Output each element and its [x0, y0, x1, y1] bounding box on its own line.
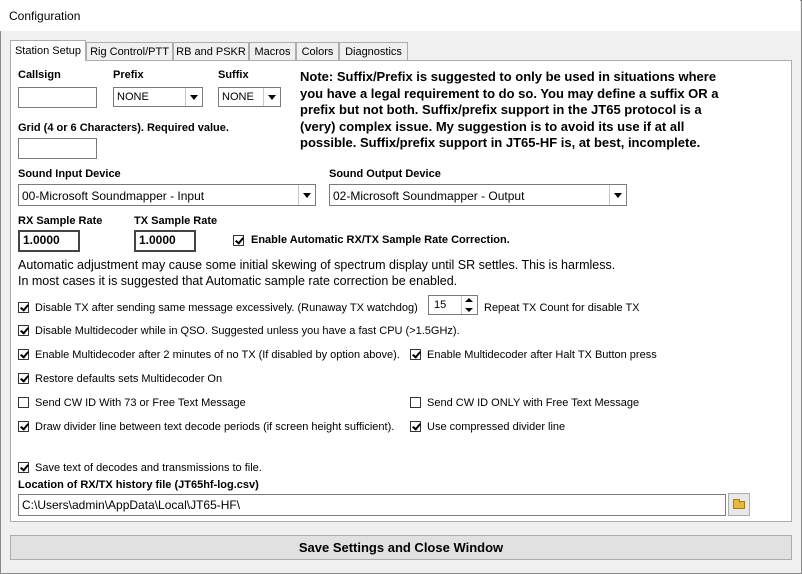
chevron-up-icon: [465, 298, 473, 302]
sound-output-label: Sound Output Device: [329, 168, 441, 180]
suffix-prefix-note: Note: Suffix/Prefix is suggested to only…: [300, 69, 719, 150]
stepper-buttons[interactable]: [461, 296, 477, 314]
grid-label: Grid (4 or 6 Characters). Required value…: [18, 122, 229, 134]
rx-sample-rate-input[interactable]: 1.0000: [18, 230, 80, 252]
rx-sample-rate-label: RX Sample Rate: [18, 215, 103, 227]
prefix-value: NONE: [117, 91, 149, 103]
history-file-label: Location of RX/TX history file (JT65hf-l…: [18, 479, 259, 491]
repeat-count-value: 15: [434, 299, 447, 311]
suffix-value: NONE: [222, 91, 254, 103]
multidecoder-2min-checkbox[interactable]: [18, 349, 29, 360]
sound-input-value: 00-Microsoft Soundmapper - Input: [22, 189, 205, 203]
sound-input-select[interactable]: 00-Microsoft Soundmapper - Input: [18, 184, 316, 206]
save-text-checkbox[interactable]: [18, 462, 29, 473]
chevron-down-icon: [609, 185, 626, 205]
sound-input-label: Sound Input Device: [18, 168, 121, 180]
folder-icon: [733, 499, 745, 509]
cw-id-only-label: Send CW ID ONLY with Free Text Message: [427, 397, 640, 409]
multidecoder-halt-label: Enable Multidecoder after Halt TX Button…: [427, 349, 657, 361]
auto-adjust-text-2: In most cases it is suggested that Autom…: [18, 274, 458, 288]
tab-diagnostics[interactable]: Diagnostics: [339, 42, 408, 60]
tab-colors[interactable]: Colors: [296, 42, 339, 60]
sound-output-value: 02-Microsoft Soundmapper - Output: [333, 189, 525, 203]
callsign-input[interactable]: [18, 87, 97, 108]
repeat-count-label: Repeat TX Count for disable TX: [484, 302, 640, 314]
tx-sample-rate-input[interactable]: 1.0000: [134, 230, 196, 252]
browse-folder-button[interactable]: [728, 493, 750, 516]
chevron-down-icon: [263, 88, 280, 106]
restore-defaults-checkbox[interactable]: [18, 373, 29, 384]
chevron-down-icon: [185, 88, 202, 106]
multidecoder-qso-checkbox[interactable]: [18, 325, 29, 336]
auto-correction-label: Enable Automatic RX/TX Sample Rate Corre…: [251, 234, 510, 246]
repeat-count-stepper[interactable]: 15: [428, 295, 478, 315]
prefix-select[interactable]: NONE: [113, 87, 203, 107]
tab-macros[interactable]: Macros: [249, 42, 296, 60]
divider-line-label: Draw divider line between text decode pe…: [35, 421, 395, 433]
sound-output-select[interactable]: 02-Microsoft Soundmapper - Output: [329, 184, 627, 206]
multidecoder-qso-label: Disable Multidecoder while in QSO. Sugge…: [35, 325, 460, 337]
suffix-select[interactable]: NONE: [218, 87, 281, 107]
title-bar: Configuration: [0, 0, 800, 31]
history-path-input[interactable]: C:\Users\admin\AppData\Local\JT65-HF\: [18, 494, 726, 516]
suffix-label: Suffix: [218, 69, 249, 81]
restore-defaults-label: Restore defaults sets Multidecoder On: [35, 373, 223, 385]
auto-correction-checkbox[interactable]: [233, 235, 244, 246]
tab-rb-pskr[interactable]: RB and PSKR: [173, 42, 249, 60]
auto-adjust-text-1: Automatic adjustment may cause some init…: [18, 258, 616, 272]
grid-input[interactable]: [18, 138, 97, 159]
cw-id-only-checkbox[interactable]: [410, 397, 421, 408]
cw-id-73-checkbox[interactable]: [18, 397, 29, 408]
multidecoder-2min-label: Enable Multidecoder after 2 minutes of n…: [35, 349, 400, 361]
runaway-watchdog-checkbox[interactable]: [18, 302, 29, 313]
multidecoder-halt-checkbox[interactable]: [410, 349, 421, 360]
save-settings-button[interactable]: Save Settings and Close Window: [10, 535, 792, 560]
prefix-label: Prefix: [113, 69, 144, 81]
save-text-label: Save text of decodes and transmissions t…: [35, 462, 262, 474]
divider-line-checkbox[interactable]: [18, 421, 29, 432]
window-title: Configuration: [9, 9, 81, 23]
runaway-watchdog-label: Disable TX after sending same message ex…: [35, 302, 418, 314]
tab-station-setup[interactable]: Station Setup: [10, 40, 86, 61]
compressed-divider-checkbox[interactable]: [410, 421, 421, 432]
tx-sample-rate-label: TX Sample Rate: [134, 215, 218, 227]
tab-rig-control[interactable]: Rig Control/PTT: [86, 42, 173, 60]
chevron-down-icon: [298, 185, 315, 205]
callsign-label: Callsign: [18, 69, 61, 81]
cw-id-73-label: Send CW ID With 73 or Free Text Message: [35, 397, 246, 409]
compressed-divider-label: Use compressed divider line: [427, 421, 566, 433]
chevron-down-icon: [465, 308, 473, 312]
